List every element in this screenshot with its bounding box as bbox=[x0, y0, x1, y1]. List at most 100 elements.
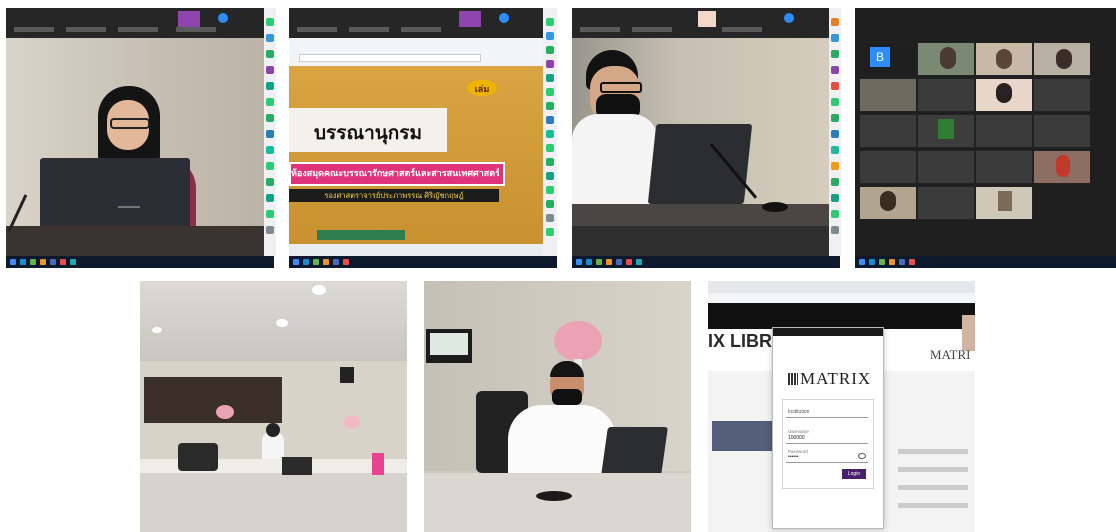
avatar-letter: B bbox=[875, 50, 884, 64]
username-label: Username bbox=[788, 429, 809, 434]
photo-meeting-gallery-view: B bbox=[855, 8, 1116, 268]
gallery-tile bbox=[975, 114, 1033, 148]
photo-meeting-presenter-woman bbox=[6, 8, 274, 268]
phone-statusbar bbox=[773, 328, 883, 336]
zoom-participant-bar bbox=[572, 8, 840, 38]
ceiling-light bbox=[276, 319, 288, 327]
gallery-tile bbox=[975, 150, 1033, 184]
ceiling-light bbox=[152, 327, 162, 333]
glasses bbox=[110, 118, 150, 129]
glasses bbox=[600, 82, 642, 93]
username-input[interactable]: 100000 bbox=[788, 435, 805, 441]
chat-sidebar-right bbox=[829, 8, 841, 256]
participant-avatar bbox=[459, 11, 481, 27]
gallery-tile bbox=[917, 114, 975, 148]
bookshelf bbox=[144, 377, 282, 423]
chat-sidebar-left bbox=[264, 8, 276, 256]
participant-avatar bbox=[784, 13, 794, 23]
gallery-tile bbox=[1033, 42, 1091, 76]
ceiling-light bbox=[312, 285, 326, 295]
browser-tabbar bbox=[708, 281, 975, 293]
win-taskbar-light bbox=[289, 244, 543, 256]
gallery-tile bbox=[1033, 150, 1091, 184]
microphone-base bbox=[536, 491, 572, 501]
institution-select[interactable] bbox=[786, 405, 868, 418]
username-underline bbox=[786, 443, 868, 444]
gallery-tile bbox=[917, 78, 975, 112]
windows-taskbar bbox=[6, 256, 274, 268]
face-mask bbox=[552, 389, 582, 405]
flowers bbox=[344, 415, 360, 429]
matrix-logo: MATRIX bbox=[800, 369, 872, 388]
gallery-tile bbox=[859, 186, 917, 220]
participant-avatar bbox=[698, 11, 716, 27]
slide-footer-green bbox=[317, 230, 405, 240]
browser-addressbar bbox=[708, 293, 975, 303]
gallery-tile bbox=[1033, 78, 1091, 112]
windows-taskbar bbox=[572, 256, 840, 268]
photo-meeting-man-mask bbox=[572, 8, 840, 268]
photo-matrix-login-screen: IX LIBRA MATRI MATRIX Institution Userna… bbox=[708, 281, 975, 532]
banner-sign bbox=[372, 453, 384, 475]
gallery-tile bbox=[1033, 114, 1091, 148]
photo-meeting-shared-slide: เล่ม บรรณานุกรม ห้องสมุดคณะบรรณารักษศาสต… bbox=[289, 8, 557, 268]
windows-taskbar bbox=[289, 256, 557, 268]
zoom-participant-bar bbox=[6, 8, 274, 38]
gallery-tile bbox=[859, 114, 917, 148]
gallery-tile bbox=[975, 78, 1033, 112]
login-button[interactable]: Login bbox=[842, 471, 866, 477]
side-logo: MATRI bbox=[930, 347, 971, 362]
site-list-item bbox=[898, 449, 968, 454]
video-thumbnail bbox=[962, 315, 975, 351]
gallery-tile bbox=[859, 78, 917, 112]
site-list-item bbox=[898, 503, 968, 508]
address-bar bbox=[299, 54, 481, 62]
microphone-base bbox=[762, 202, 788, 212]
laptop bbox=[40, 158, 190, 228]
photo-man-laptop bbox=[424, 281, 691, 532]
password-input[interactable]: •••••• bbox=[788, 454, 799, 460]
gallery-tile bbox=[917, 150, 975, 184]
person-shirt bbox=[508, 405, 616, 479]
desk-edge bbox=[6, 226, 274, 256]
eye-icon[interactable] bbox=[858, 453, 866, 459]
participant-avatar bbox=[499, 13, 509, 23]
site-list-item bbox=[898, 467, 968, 472]
slide-badge-text: เล่ม bbox=[474, 84, 490, 94]
photo-meeting-room bbox=[140, 281, 407, 532]
site-header bbox=[708, 303, 975, 329]
ceiling bbox=[140, 281, 407, 361]
site-list-item bbox=[898, 485, 968, 490]
gallery-tile bbox=[917, 42, 975, 76]
participant-avatar bbox=[178, 11, 200, 27]
chair bbox=[178, 443, 218, 471]
laptop bbox=[647, 124, 753, 204]
windows-taskbar bbox=[855, 256, 1116, 268]
gallery-tile bbox=[859, 150, 917, 184]
slide-subtitle: รองศาสตราจารย์ประภาพรรณ ศิริญัชกฤษฎ์ bbox=[324, 191, 464, 200]
slide bbox=[289, 66, 543, 244]
gallery-tile bbox=[917, 186, 975, 220]
bottom-dark bbox=[572, 226, 840, 256]
flower-vase bbox=[554, 321, 602, 361]
table-front bbox=[140, 473, 407, 532]
site-thumbnail bbox=[712, 421, 776, 451]
slide-banner: ห้องสมุดคณะบรรณารักษศาสตร์และสารสนเทศศาส… bbox=[291, 168, 499, 178]
chat-sidebar bbox=[543, 8, 557, 256]
gallery-tile bbox=[975, 42, 1033, 76]
speaker bbox=[340, 367, 354, 383]
zoom-participant-bar bbox=[289, 8, 557, 38]
desk bbox=[424, 473, 691, 532]
password-underline bbox=[786, 462, 868, 463]
gallery-tile: B bbox=[859, 42, 917, 76]
gallery-tile bbox=[975, 186, 1033, 220]
person-head bbox=[266, 423, 280, 437]
laptop bbox=[282, 457, 312, 475]
laptop-brand-mark bbox=[118, 206, 140, 208]
flowers bbox=[216, 405, 234, 419]
desk-surface bbox=[572, 204, 840, 226]
browser-chrome bbox=[289, 38, 543, 67]
monitor-screen bbox=[430, 333, 468, 355]
participant-avatar bbox=[218, 13, 228, 23]
slide-title: บรรณานุกรม bbox=[314, 123, 422, 144]
